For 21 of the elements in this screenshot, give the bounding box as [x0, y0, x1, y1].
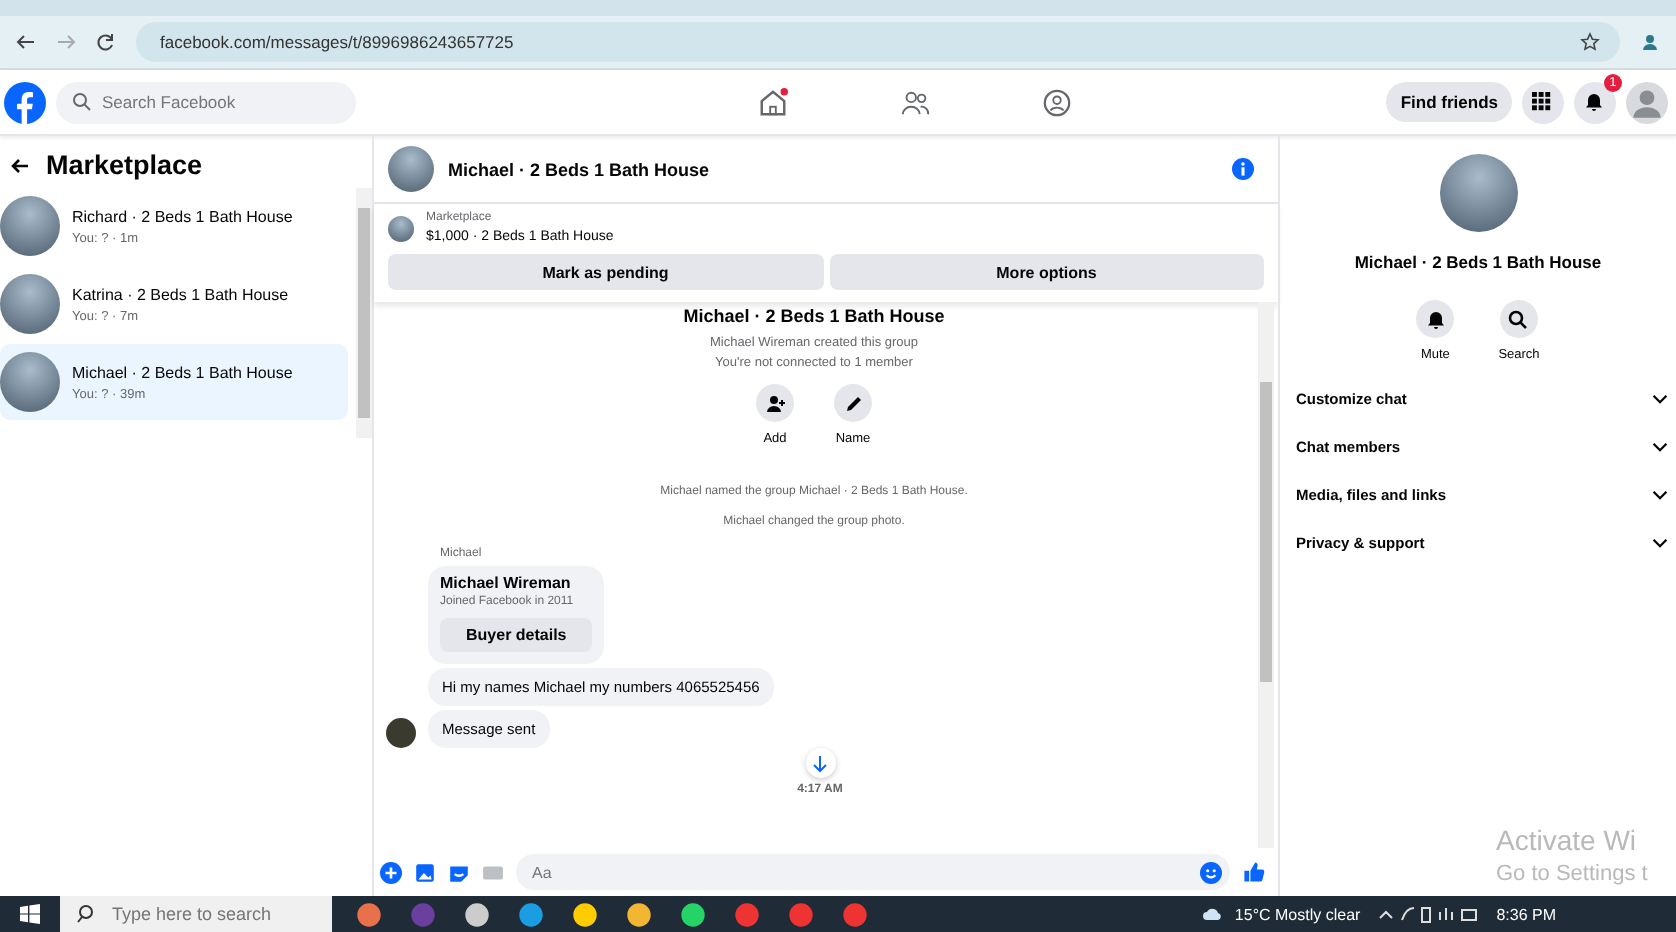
- taskbar-search-field[interactable]: Type here to search: [60, 896, 332, 932]
- weather-text: 15°C Mostly clear: [1234, 905, 1361, 923]
- group-title: Michael · 2 Beds 1 Bath House: [683, 306, 945, 326]
- action-button[interactable]: More options: [829, 254, 1264, 290]
- url-text: facebook.com/messages/t/8996986243657725: [160, 32, 516, 52]
- sidebar-title: Marketplace: [46, 150, 203, 180]
- chat-title: Michael · 2 Beds 1 Bath House: [1354, 252, 1602, 272]
- activation-hint: Go to Settings t: [1496, 862, 1648, 886]
- chat-title: Michael · 2 Beds 1 Bath House: [448, 159, 712, 179]
- buyer-name: Michael Wireman: [440, 574, 571, 592]
- find-friends-button[interactable]: Find friends: [1386, 82, 1512, 122]
- buyer-details-button[interactable]: Buyer details: [440, 618, 593, 652]
- conversation-name: Richard · 2 Beds 1 Bath House: [72, 207, 293, 225]
- search-field[interactable]: Search Facebook: [56, 81, 356, 123]
- clock-text: 8:36 PM: [1496, 905, 1556, 923]
- activation-notice: Activate Wi: [1496, 824, 1639, 856]
- address-bar[interactable]: facebook.com/messages/t/8996986243657725: [136, 22, 1620, 62]
- action-button[interactable]: Mark as pending: [388, 254, 823, 290]
- conversation-name: Michael · 2 Beds 1 Bath House: [72, 363, 293, 381]
- message-input[interactable]: Aa: [516, 854, 1230, 890]
- conversation-name: Katrina · 2 Beds 1 Bath House: [72, 285, 289, 303]
